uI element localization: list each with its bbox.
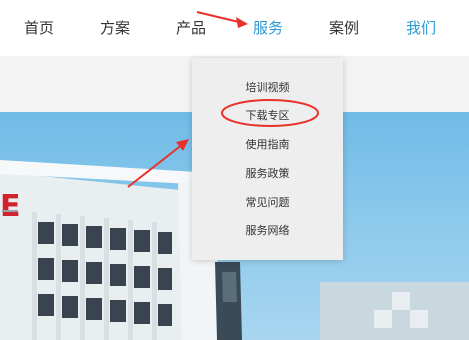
- red-arrow-icon: [196, 11, 248, 28]
- annotation-layer: [127, 11, 319, 188]
- red-arrow-icon: [127, 139, 189, 188]
- red-ellipse-icon: [221, 99, 319, 127]
